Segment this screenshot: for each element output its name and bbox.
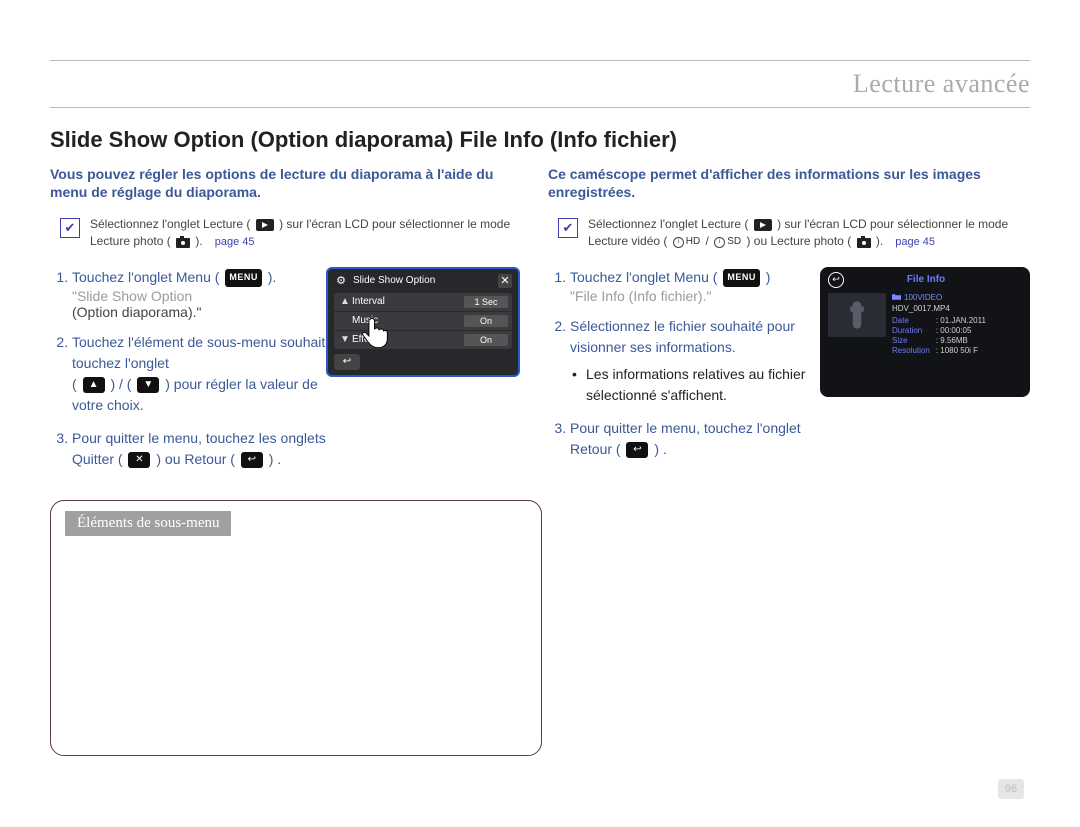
panel-row-music[interactable]: Music On (334, 312, 512, 331)
text-muted: "File Info (Info fichier)." (570, 288, 711, 304)
text: ) . (654, 441, 666, 457)
page-ref: page 45 (215, 236, 255, 248)
row-label: Effect (352, 334, 464, 345)
text: ) (766, 269, 771, 285)
panel-back-button[interactable]: ↩ (334, 354, 360, 370)
right-lead: Ce caméscope permet d'afficher des infor… (548, 165, 1030, 203)
play-tab-icon (256, 219, 274, 231)
row-label: Interval (352, 296, 464, 307)
left-prereq-text: Sélectionnez l'onglet Lecture ( ) sur l'… (90, 216, 532, 250)
menu-badge: MENU (225, 269, 262, 287)
meta-val: 1080 50i F (936, 346, 1022, 355)
folder-icon (892, 293, 901, 301)
slide-show-option-panel: ⚙ Slide Show Option ✕ ▲ Interval 1 Sec M… (326, 267, 520, 377)
page-title: Slide Show Option (Option diaporama) Fil… (50, 126, 1030, 155)
row-value: On (464, 315, 508, 327)
text: Touchez l'onglet Menu ( (72, 269, 219, 285)
text: ) / ( (110, 376, 131, 392)
text: ) pour régler la valeur de votre choix. (72, 376, 318, 413)
right-prereq-box: ✔ Sélectionnez l'onglet Lecture ( ) sur … (558, 216, 1030, 250)
panel-row-effect[interactable]: ▼ Effect On (334, 331, 512, 349)
section-title: Lecture avancée (853, 69, 1030, 98)
panel-title: File Info (844, 274, 1008, 285)
meta-key: Size (892, 336, 930, 345)
submenu-title: Éléments de sous-menu (65, 511, 231, 536)
panel-row-interval[interactable]: ▲ Interval 1 Sec (334, 293, 512, 312)
panel-title: Slide Show Option (353, 275, 493, 286)
check-icon: ✔ (558, 218, 578, 238)
text: Sélectionnez l'onglet Lecture ( (588, 217, 748, 231)
text: (Option diaporama)." (72, 304, 201, 320)
meta-val: 01.JAN.2011 (936, 316, 1022, 325)
photo-mode-icon (857, 236, 871, 248)
text: ). (876, 234, 883, 248)
row-value: 1 Sec (464, 296, 508, 308)
page-number: 96 (998, 779, 1024, 799)
file-info-panel: ↩ File Info 100VIDEO H (820, 267, 1030, 397)
play-tab-icon (754, 219, 772, 231)
left-steps: Touchez l'onglet Menu ( MENU ). "Slide S… (50, 267, 350, 470)
hd-icon: iHD (673, 235, 700, 249)
back-button[interactable]: ↩ (626, 442, 648, 458)
right-prereq-text: Sélectionnez l'onglet Lecture ( ) sur l'… (588, 216, 1030, 250)
arrow-up-button[interactable]: ▲ (83, 377, 105, 393)
text: ) . (269, 451, 281, 467)
gear-icon: ⚙ (334, 274, 348, 288)
text-muted: "Slide Show Option (72, 288, 192, 304)
text: ). (195, 234, 202, 248)
panel-close-icon[interactable]: ✕ (498, 274, 512, 288)
arrow-down-button[interactable]: ▼ (137, 377, 159, 393)
panel-back-icon[interactable]: ↩ (828, 272, 844, 288)
back-button[interactable]: ↩ (241, 452, 263, 468)
check-icon: ✔ (60, 218, 80, 238)
menu-badge: MENU (723, 269, 760, 287)
text: ) ou Retour ( (156, 451, 235, 467)
text: Pour quitter le menu, touchez l'onglet R… (570, 420, 801, 457)
meta-val: 9.56MB (936, 336, 1022, 345)
text: Touchez l'élément de sous-menu souhaité … (72, 334, 349, 371)
page-ref: page 45 (895, 236, 935, 248)
text: Sélectionnez l'onglet Lecture ( (90, 217, 250, 231)
text: Sélectionnez le fichier souhaité pour vi… (570, 318, 795, 355)
text: Touchez l'onglet Menu ( (570, 269, 717, 285)
file-thumbnail (828, 293, 886, 337)
text: ( (72, 376, 77, 392)
left-lead: Vous pouvez régler les options de lectur… (50, 165, 532, 203)
photo-mode-icon (176, 236, 190, 248)
close-button[interactable]: ✕ (128, 452, 150, 468)
right-steps: Touchez l'onglet Menu ( MENU ) "File Inf… (548, 267, 828, 460)
row-value: On (464, 334, 508, 346)
folder-label: 100VIDEO (892, 293, 1022, 302)
meta-key: Duration (892, 326, 930, 335)
sd-icon: iSD (714, 235, 741, 249)
left-prereq-box: ✔ Sélectionnez l'onglet Lecture ( ) sur … (60, 216, 532, 250)
bullet-info: Les informations relatives au fichier sé… (586, 364, 828, 406)
text: ) ou Lecture photo ( (746, 234, 851, 248)
page-header: Lecture avancée (50, 60, 1030, 108)
text: ). (268, 269, 277, 285)
file-name: HDV_0017.MP4 (892, 304, 1022, 313)
meta-key: Resolution (892, 346, 930, 355)
submenu-box: Éléments de sous-menu (50, 500, 542, 756)
row-label: Music (352, 315, 464, 326)
meta-key: Date (892, 316, 930, 325)
meta-val: 00:00:05 (936, 326, 1022, 335)
